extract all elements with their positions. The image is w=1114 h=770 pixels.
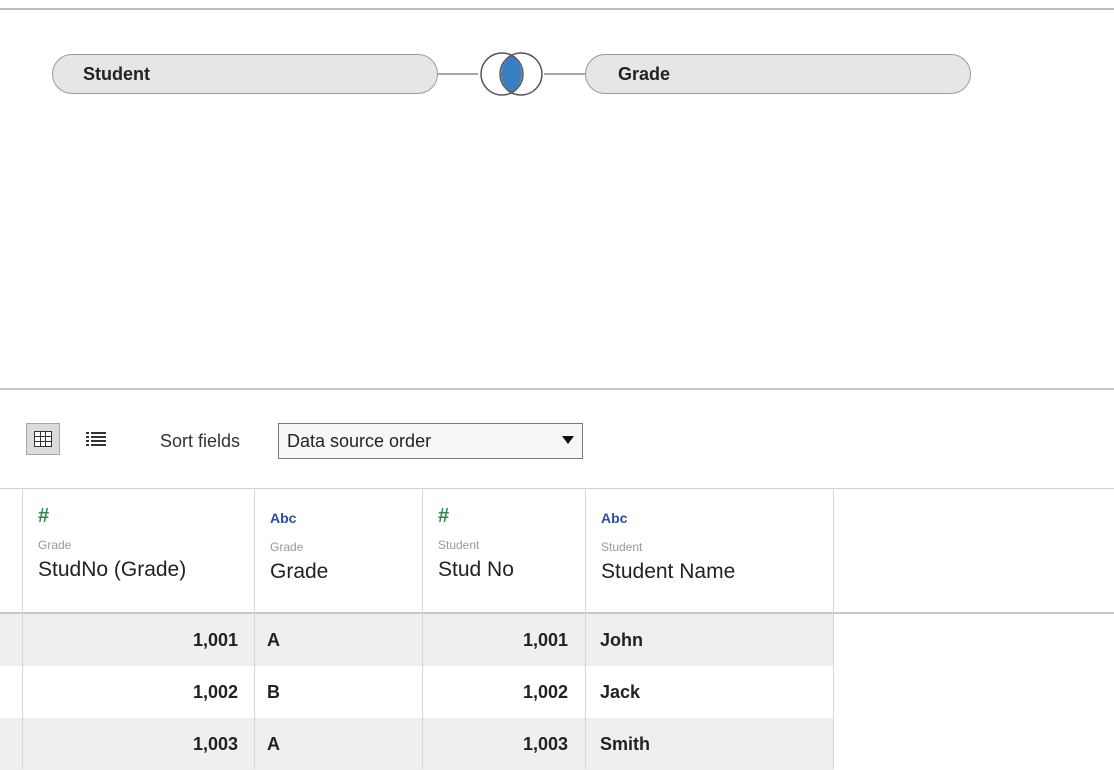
column-header-stud-no[interactable]: # Student Stud No bbox=[438, 506, 514, 582]
column-divider bbox=[254, 488, 255, 769]
column-header-grade[interactable]: Abc Grade Grade bbox=[270, 506, 328, 584]
cell-grade: A bbox=[267, 734, 280, 754]
column-source: Grade bbox=[38, 538, 72, 552]
column-divider bbox=[22, 488, 23, 769]
column-name: StudNo (Grade) bbox=[38, 558, 187, 581]
table-row[interactable]: 1,001 A 1,001 John bbox=[0, 614, 834, 666]
sort-fields-value: Data source order bbox=[287, 430, 432, 451]
column-divider bbox=[422, 488, 423, 769]
cell-student-name: Jack bbox=[600, 682, 641, 702]
top-divider bbox=[0, 8, 1114, 10]
cell-stud-no: 1,002 bbox=[522, 682, 568, 702]
table-top-border bbox=[0, 488, 1114, 489]
cell-stud-no: 1,003 bbox=[522, 734, 568, 754]
cell-studno-grade: 1,001 bbox=[192, 630, 238, 650]
inner-join-icon bbox=[480, 52, 543, 96]
dropdown-arrow-icon bbox=[562, 436, 574, 444]
sort-fields-dropdown[interactable]: Data source order bbox=[278, 423, 583, 459]
column-source: Student bbox=[438, 538, 480, 552]
column-header-student-name[interactable]: Abc Student Student Name bbox=[601, 506, 735, 584]
column-name: Stud No bbox=[438, 558, 514, 581]
sort-fields-label: Sort fields bbox=[160, 431, 241, 451]
column-header-studno-grade[interactable]: # Grade StudNo (Grade) bbox=[38, 506, 186, 582]
cell-studno-grade: 1,003 bbox=[192, 734, 238, 754]
table-row[interactable]: 1,002 B 1,002 Jack bbox=[0, 666, 834, 718]
string-type-icon[interactable]: Abc bbox=[601, 506, 735, 528]
column-divider bbox=[833, 488, 834, 769]
column-name: Student Name bbox=[601, 560, 736, 583]
cell-student-name: Smith bbox=[600, 734, 651, 754]
header-bottom-border bbox=[0, 612, 1114, 614]
column-source: Grade bbox=[270, 540, 304, 554]
number-type-icon[interactable]: # bbox=[38, 506, 186, 526]
list-view-icon bbox=[86, 432, 106, 446]
cell-studno-grade: 1,002 bbox=[192, 682, 238, 702]
table-row[interactable]: 1,003 A 1,003 Smith bbox=[0, 718, 834, 770]
left-table-label: Student bbox=[83, 63, 150, 84]
cell-stud-no: 1,001 bbox=[522, 630, 568, 650]
number-type-icon[interactable]: # bbox=[438, 506, 514, 526]
left-table-pill[interactable]: Student bbox=[52, 54, 438, 94]
panel-divider bbox=[0, 388, 1114, 390]
list-view-button[interactable] bbox=[79, 423, 113, 455]
column-source: Student bbox=[601, 540, 643, 554]
string-type-icon[interactable]: Abc bbox=[270, 506, 328, 528]
cell-student-name: John bbox=[600, 630, 643, 650]
column-divider bbox=[585, 488, 586, 769]
grid-view-icon bbox=[34, 431, 52, 447]
column-name: Grade bbox=[270, 560, 329, 583]
cell-grade: B bbox=[267, 682, 280, 702]
grid-view-button[interactable] bbox=[26, 423, 60, 455]
right-table-label: Grade bbox=[618, 63, 671, 84]
right-table-pill[interactable]: Grade bbox=[585, 54, 971, 94]
join-connector[interactable] bbox=[430, 50, 590, 100]
cell-grade: A bbox=[267, 630, 280, 650]
